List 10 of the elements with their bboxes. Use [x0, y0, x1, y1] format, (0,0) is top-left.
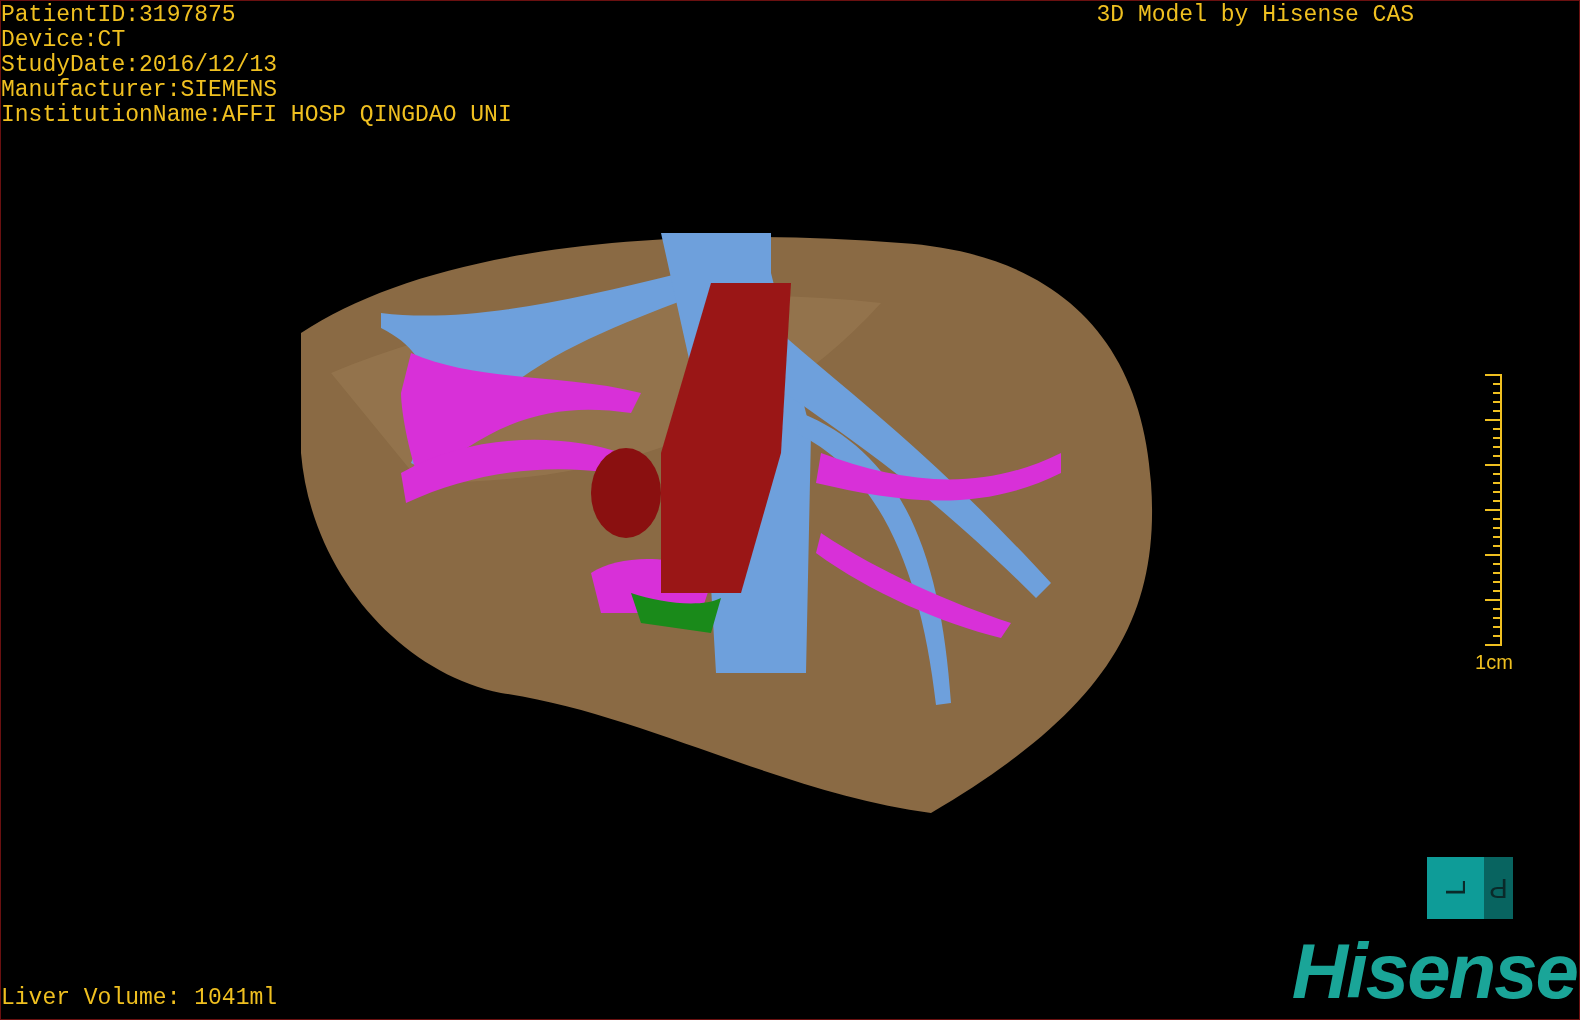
- study-info-line: Device:CT: [1, 28, 127, 53]
- study-info-line: StudyDate:2016/12/13: [1, 53, 279, 78]
- liver-volume: Liver Volume: 1041ml: [1, 986, 278, 1011]
- study-info-line: PatientID:3197875: [1, 3, 237, 28]
- orientation-cube-face[interactable]: L: [1427, 857, 1484, 919]
- viewer-title: 3D Model by Hisense CAS: [1096, 3, 1414, 28]
- brand-logo: Hisense: [1291, 929, 1577, 1013]
- study-info-line: InstitutionName:AFFI HOSP QINGDAO UNI: [1, 103, 512, 128]
- study-info-line: Manufacturer:SIEMENS: [1, 78, 279, 103]
- scale-label: 1cm: [1475, 650, 1513, 673]
